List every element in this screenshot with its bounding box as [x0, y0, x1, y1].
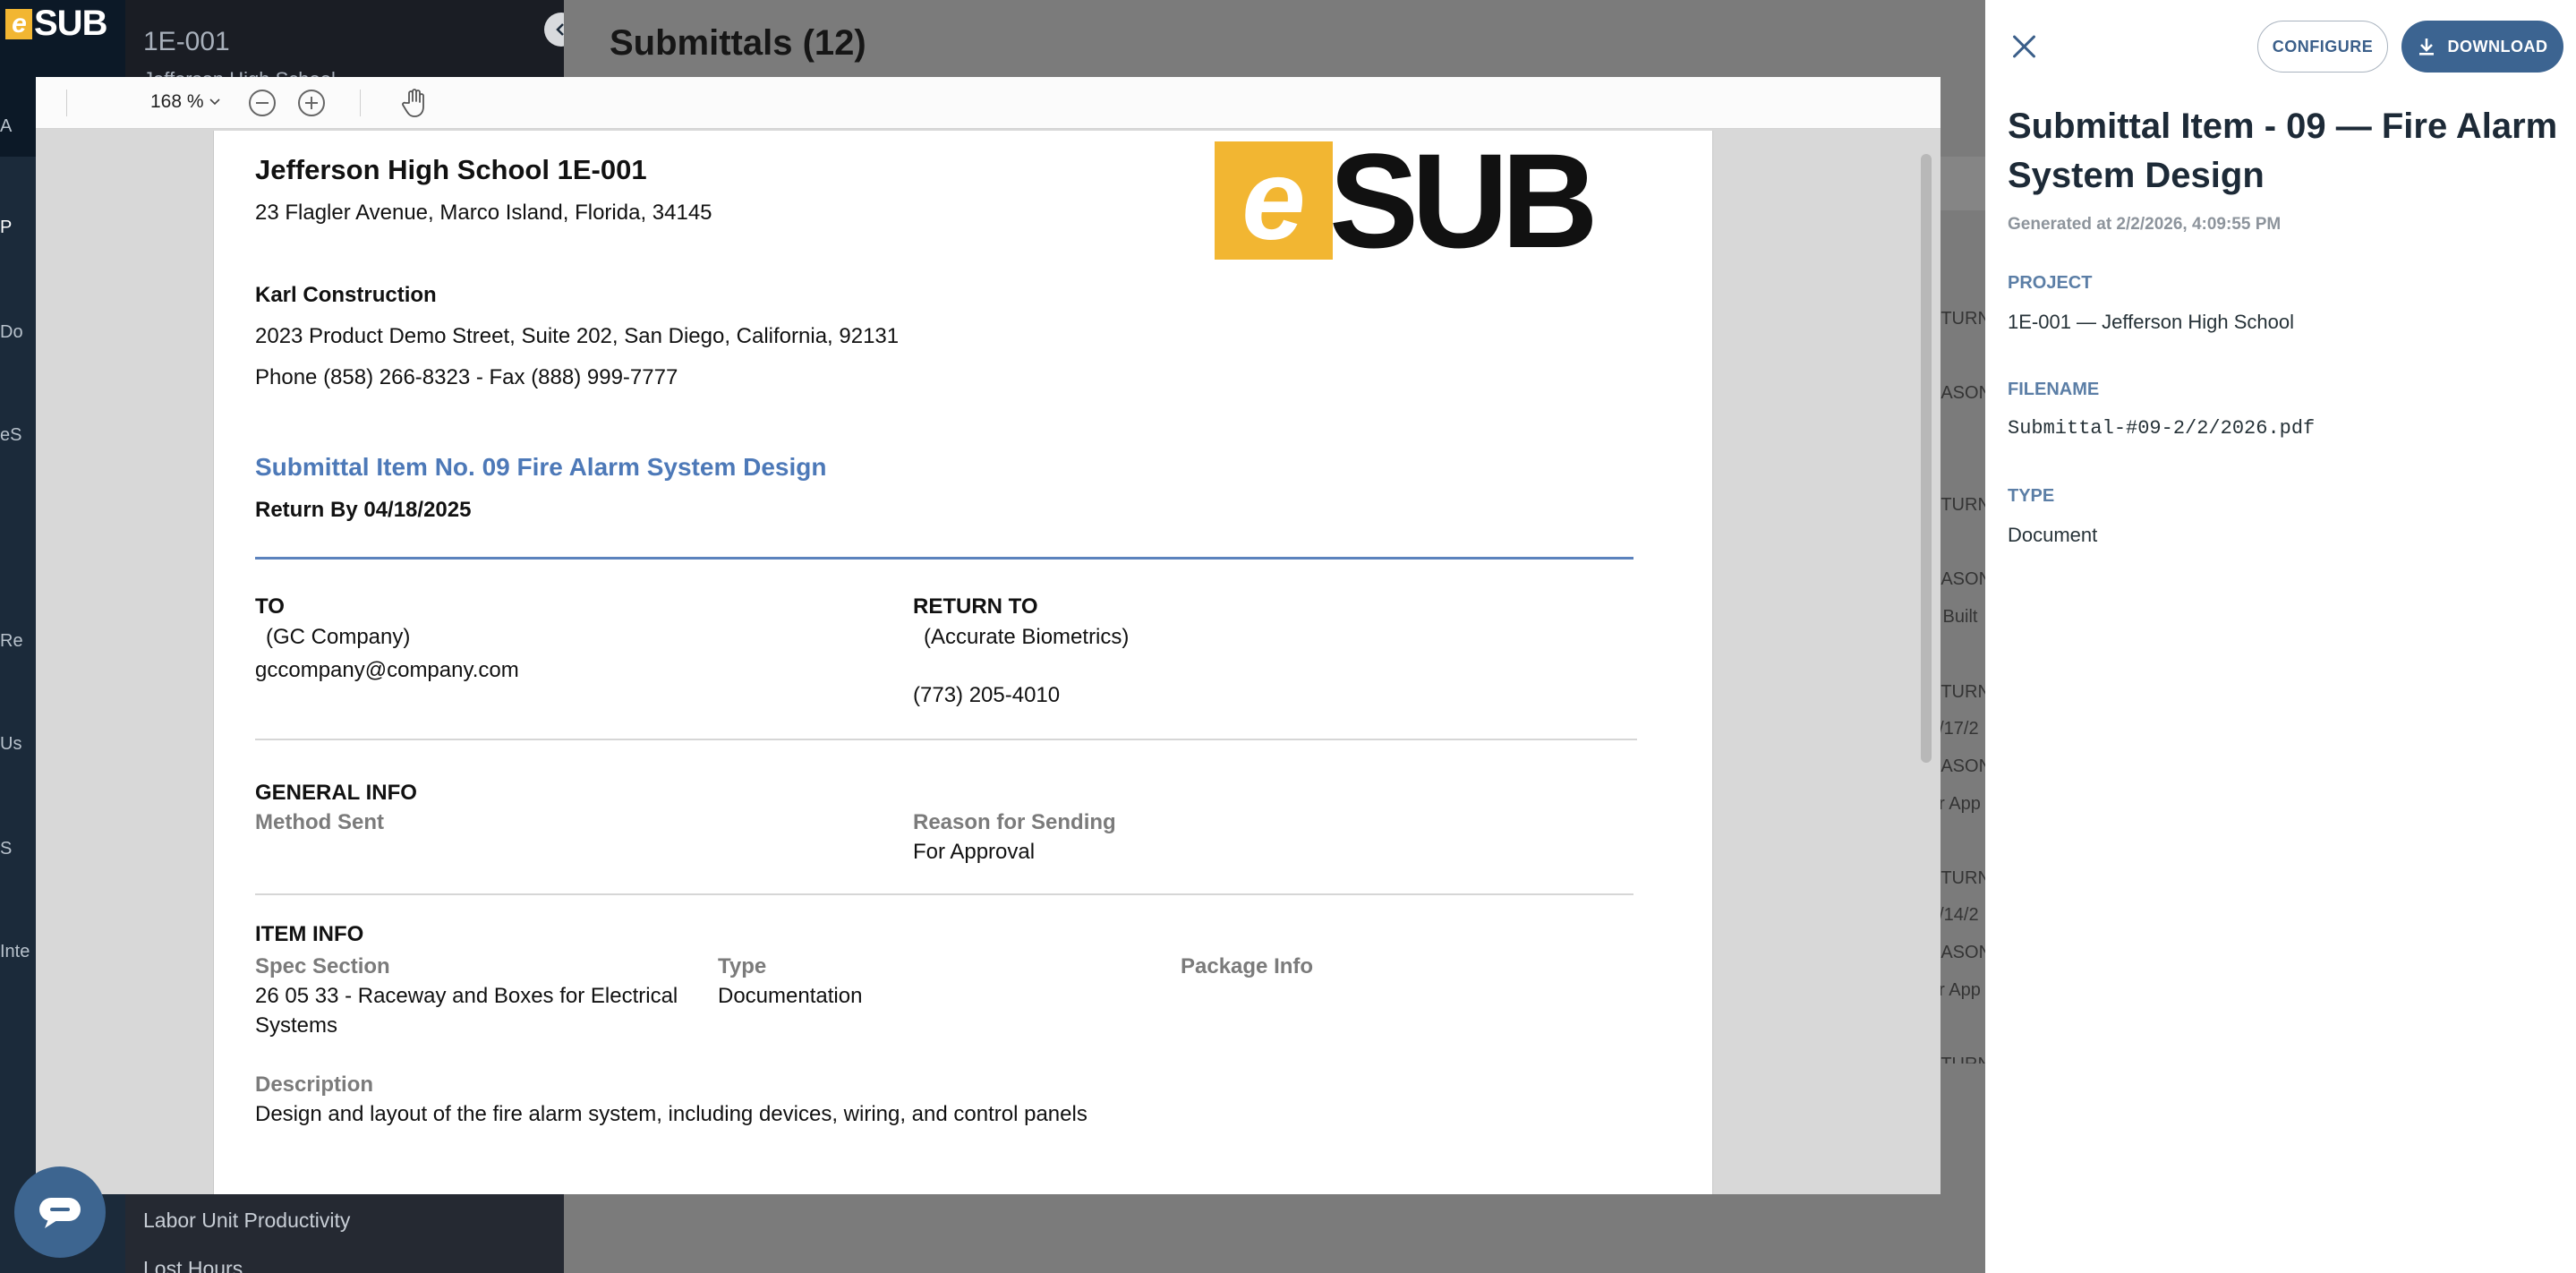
doc-spec-section-line2: Systems	[255, 1013, 338, 1038]
doc-type-label: Type	[718, 954, 767, 978]
doc-logo-sub: SUB	[1329, 131, 1599, 276]
rail-item-5[interactable]: Re	[0, 631, 23, 652]
chat-button[interactable]	[14, 1166, 106, 1258]
filename-label: FILENAME	[2008, 380, 2100, 399]
download-icon	[2418, 38, 2434, 56]
rail-item-3[interactable]: Do	[0, 322, 27, 343]
doc-reason-label: Reason for Sending	[913, 810, 1116, 834]
zoom-select[interactable]: 168 %	[150, 91, 220, 113]
doc-return-to-phone: (773) 205-4010	[913, 683, 1061, 707]
doc-to-company: (GC Company)	[266, 625, 411, 649]
doc-to-label: TO	[255, 594, 285, 619]
doc-type-value: Documentation	[718, 984, 863, 1008]
rail-item-7[interactable]: S	[0, 839, 23, 859]
doc-spec-section-line1: 26 05 33 - Raceway and Boxes for Electri…	[255, 984, 678, 1008]
doc-spec-section-label: Spec Section	[255, 954, 390, 978]
rail-item-8[interactable]: Inte	[0, 942, 36, 962]
doc-company-address: 2023 Product Demo Street, Suite 202, San…	[255, 324, 900, 348]
toolbar-divider	[360, 90, 361, 116]
doc-reason-value: For Approval	[913, 840, 1036, 864]
rail-item-1[interactable]: A	[0, 116, 21, 137]
doc-method-sent-label: Method Sent	[255, 810, 384, 834]
doc-item-info-label: ITEM INFO	[255, 922, 364, 946]
doc-description-value: Design and layout of the fire alarm syst…	[255, 1102, 1088, 1126]
type-label: TYPE	[2008, 486, 2055, 506]
download-label: DOWNLOAD	[2447, 37, 2548, 56]
filename-value: Submittal-#09-2/2/2026.pdf	[2008, 417, 2316, 440]
rail-item-2[interactable]: P	[0, 218, 21, 238]
doc-company-phone: Phone (858) 266-8323 - Fax (888) 999-777…	[255, 365, 678, 389]
doc-title-divider	[255, 557, 1633, 560]
project-code: 1E-001	[143, 27, 230, 56]
page-title: Submittals (12)	[610, 23, 866, 63]
rail-item-6[interactable]: Us	[0, 734, 23, 755]
doc-company-name: Karl Construction	[255, 283, 437, 307]
zoom-in-icon[interactable]	[298, 90, 325, 116]
doc-logo-e: e	[1215, 141, 1333, 260]
doc-general-info-label: GENERAL INFO	[255, 781, 417, 805]
doc-school-address: 23 Flagler Avenue, Marco Island, Florida…	[255, 201, 712, 225]
viewer-toolbar: 168 %	[36, 77, 1941, 129]
panel-title: Submittal Item - 09 — Fire Alarm System …	[2008, 107, 2558, 195]
rail-item-4[interactable]: eS	[0, 425, 23, 446]
doc-divider	[255, 739, 1637, 740]
doc-package-info-label: Package Info	[1181, 954, 1314, 978]
logo-e-mark: e	[5, 8, 32, 39]
doc-to-email: gccompany@company.com	[255, 658, 519, 682]
doc-school-title: Jefferson High School 1E-001	[255, 154, 647, 185]
type-value: Document	[2008, 524, 2098, 546]
document-page: Jefferson High School 1E-001 23 Flagler …	[213, 131, 1713, 1194]
project-name: Jefferson High School	[143, 68, 394, 77]
esub-logo[interactable]: e SUB	[5, 4, 107, 44]
project-value: 1E-001 — Jefferson High School	[2008, 311, 2294, 333]
project-label: PROJECT	[2008, 273, 2093, 293]
sidebar-item-labor-unit-productivity[interactable]: Labor Unit Productivity	[143, 1209, 350, 1233]
doc-divider	[255, 893, 1633, 895]
viewer-scrollbar[interactable]	[1921, 154, 1932, 763]
doc-return-to-label: RETURN TO	[913, 594, 1038, 619]
doc-description-label: Description	[255, 1072, 374, 1097]
close-icon[interactable]	[2009, 30, 2041, 63]
zoom-level: 168 %	[150, 91, 204, 112]
configure-button[interactable]: CONFIGURE	[2257, 21, 2388, 73]
chat-icon	[39, 1198, 81, 1228]
download-button[interactable]: DOWNLOAD	[2401, 21, 2563, 73]
generated-timestamp: Generated at 2/2/2026, 4:09:55 PM	[2008, 215, 2282, 234]
doc-item-title: Submittal Item No. 09 Fire Alarm System …	[255, 453, 827, 481]
doc-return-to-company: (Accurate Biometrics)	[924, 625, 1130, 649]
doc-esub-logo: e SUB	[1215, 131, 1599, 276]
hand-icon[interactable]	[401, 88, 428, 118]
sidebar-item-lost-hours[interactable]: Lost Hours	[143, 1257, 243, 1273]
logo-text: SUB	[34, 4, 107, 43]
zoom-out-icon[interactable]	[249, 90, 276, 116]
doc-return-by: Return By 04/18/2025	[255, 498, 472, 522]
chevron-down-icon	[209, 98, 220, 106]
toolbar-divider	[66, 90, 67, 116]
